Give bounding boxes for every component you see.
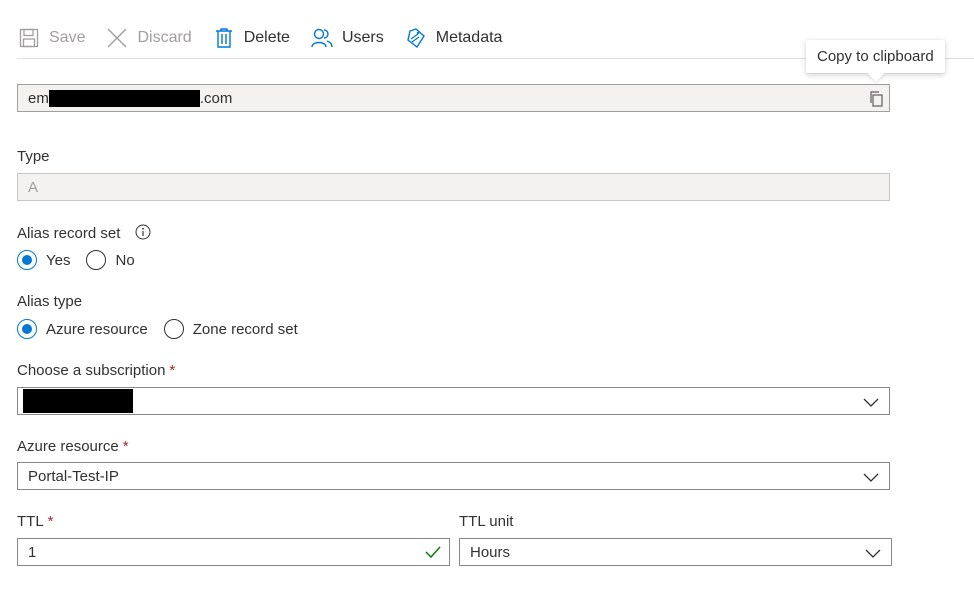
delete-button[interactable]: Delete: [212, 18, 290, 58]
metadata-button[interactable]: Metadata: [404, 18, 503, 58]
alias-record-set-radios: Yes No: [17, 250, 151, 270]
azure-resource-value: Portal-Test-IP: [28, 467, 119, 485]
discard-label: Discard: [137, 29, 192, 46]
type-label: Type: [17, 148, 50, 165]
required-marker: *: [169, 362, 176, 379]
chevron-down-icon: [863, 394, 879, 410]
users-label: Users: [341, 29, 384, 46]
info-icon[interactable]: [135, 224, 151, 244]
required-marker: *: [122, 438, 129, 455]
ttl-unit-dropdown[interactable]: Hours: [459, 538, 892, 566]
alias-record-set-label-row: Alias record set: [17, 224, 151, 244]
type-value: A: [28, 178, 39, 196]
required-marker: *: [47, 513, 54, 530]
chevron-down-icon: [865, 545, 881, 561]
redacted-name: [48, 89, 200, 107]
metadata-label: Metadata: [435, 29, 503, 46]
ttl-unit-value: Hours: [470, 543, 511, 561]
record-name-field[interactable]: em .com: [17, 84, 890, 112]
chevron-down-icon: [863, 469, 879, 485]
alias-yes-radio[interactable]: Yes: [17, 250, 70, 270]
tag-icon: [404, 26, 428, 50]
users-button[interactable]: Users: [310, 18, 384, 58]
command-bar: Save Discard Delete Users Metadata: [17, 18, 522, 58]
subscription-label-row: Choose a subscription *: [17, 362, 175, 379]
ttl-label-row: TTL *: [17, 513, 54, 530]
azure-resource-option-label: Azure resource: [46, 320, 148, 338]
ttl-input[interactable]: 1: [17, 538, 450, 566]
save-label: Save: [49, 29, 86, 46]
save-button[interactable]: Save: [17, 18, 85, 58]
azure-resource-label-row: Azure resource *: [17, 438, 129, 455]
alias-type-label: Alias type: [17, 293, 83, 310]
trash-icon: [212, 26, 236, 50]
save-icon: [17, 26, 41, 50]
discard-button[interactable]: Discard: [105, 18, 192, 58]
copy-icon[interactable]: [869, 91, 883, 111]
redacted-subscription: [23, 389, 133, 413]
type-field: A: [17, 173, 890, 201]
tooltip-text: Copy to clipboard: [817, 48, 934, 65]
record-set-panel: Save Discard Delete Users Metadata em .c…: [0, 0, 974, 600]
radio-circle: [86, 250, 107, 270]
azure-resource-dropdown[interactable]: Portal-Test-IP: [17, 462, 890, 490]
alias-type-radios: Azure resource Zone record set: [17, 319, 314, 339]
ttl-label: TTL: [17, 513, 44, 530]
alias-record-set-label: Alias record set: [17, 224, 121, 242]
radio-circle: [17, 250, 37, 270]
zone-record-set-radio[interactable]: Zone record set: [163, 319, 298, 339]
alias-yes-label: Yes: [46, 251, 71, 269]
subscription-dropdown[interactable]: [17, 387, 890, 415]
radio-circle: [163, 319, 184, 339]
close-icon: [105, 26, 129, 50]
delete-label: Delete: [243, 29, 290, 46]
subscription-label: Choose a subscription: [17, 362, 166, 379]
tooltip-beak: [867, 64, 885, 82]
radio-circle: [17, 319, 37, 339]
ttl-unit-label: TTL unit: [459, 513, 514, 530]
ttl-value: 1: [28, 543, 37, 561]
checkmark-icon: [425, 545, 441, 563]
alias-no-radio[interactable]: No: [86, 250, 135, 270]
record-name-suffix: .com: [199, 89, 233, 107]
record-name-prefix: em: [28, 89, 49, 107]
azure-resource-label: Azure resource: [17, 438, 119, 455]
zone-record-set-option-label: Zone record set: [192, 320, 298, 338]
users-icon: [310, 26, 334, 50]
alias-no-label: No: [115, 251, 135, 269]
copy-tooltip: Copy to clipboard: [806, 40, 945, 82]
azure-resource-radio[interactable]: Azure resource: [17, 319, 148, 339]
